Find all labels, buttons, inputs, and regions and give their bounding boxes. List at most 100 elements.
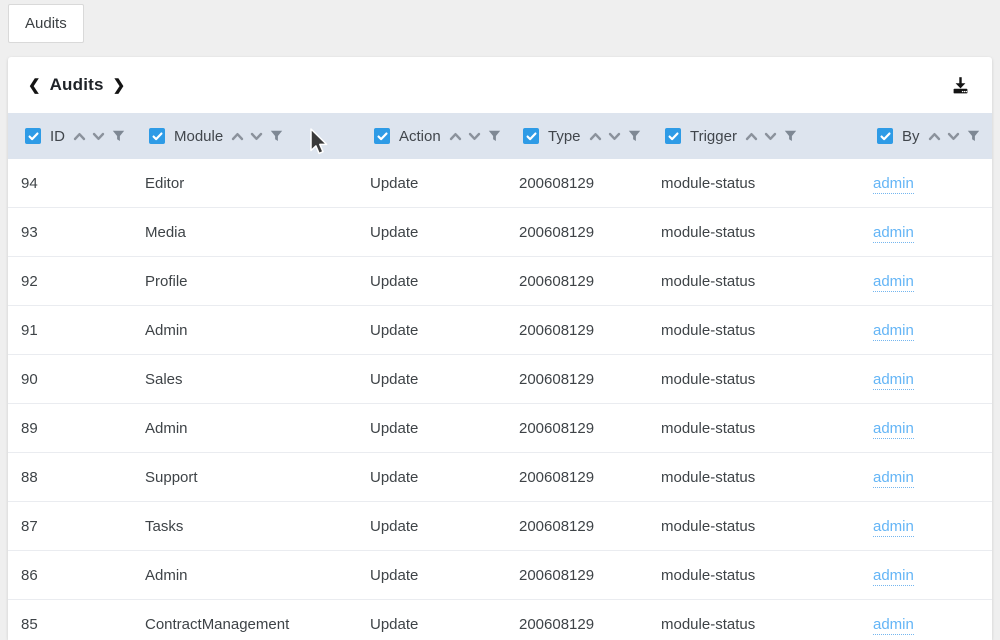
table-row: 92 Profile Update 200608129 module-statu…: [8, 257, 992, 306]
column-checkbox-checked-icon[interactable]: [877, 128, 893, 144]
cell-by: admin: [860, 551, 992, 600]
cell-by: admin: [860, 159, 992, 208]
sort-asc-icon[interactable]: [449, 132, 462, 141]
cell-module: Admin: [132, 551, 357, 600]
filter-icon[interactable]: [112, 130, 125, 142]
sort-asc-icon[interactable]: [589, 132, 602, 141]
cell-type: 200608129: [506, 551, 648, 600]
cell-id: 88: [8, 453, 132, 502]
cell-id: 89: [8, 404, 132, 453]
sort-asc-icon[interactable]: [231, 132, 244, 141]
cell-by: admin: [860, 404, 992, 453]
table-row: 89 Admin Update 200608129 module-status …: [8, 404, 992, 453]
cell-type: 200608129: [506, 404, 648, 453]
sort-desc-icon[interactable]: [764, 132, 777, 141]
by-link[interactable]: admin: [873, 273, 914, 292]
by-link[interactable]: admin: [873, 567, 914, 586]
cell-action: Update: [357, 502, 506, 551]
sort-desc-icon[interactable]: [92, 132, 105, 141]
column-checkbox-checked-icon[interactable]: [523, 128, 539, 144]
column-label: Module: [174, 128, 223, 145]
table-row: 91 Admin Update 200608129 module-status …: [8, 306, 992, 355]
cell-action: Update: [357, 551, 506, 600]
cell-trigger: module-status: [648, 355, 860, 404]
column-header-trigger: Trigger: [648, 113, 860, 159]
filter-icon[interactable]: [628, 130, 641, 142]
column-header-module: Module: [132, 113, 357, 159]
cell-module: Media: [132, 208, 357, 257]
cell-action: Update: [357, 208, 506, 257]
cell-id: 87: [8, 502, 132, 551]
cell-id: 94: [8, 159, 132, 208]
by-link[interactable]: admin: [873, 322, 914, 341]
cell-type: 200608129: [506, 159, 648, 208]
sort-asc-icon[interactable]: [745, 132, 758, 141]
sort-desc-icon[interactable]: [250, 132, 263, 141]
column-checkbox-checked-icon[interactable]: [374, 128, 390, 144]
cell-action: Update: [357, 306, 506, 355]
cell-module: Sales: [132, 355, 357, 404]
table-row: 88 Support Update 200608129 module-statu…: [8, 453, 992, 502]
audits-table: ID Module Action: [8, 113, 992, 640]
column-header-by: By: [860, 113, 992, 159]
column-header-type: Type: [506, 113, 648, 159]
cell-trigger: module-status: [648, 551, 860, 600]
cell-trigger: module-status: [648, 404, 860, 453]
chevron-right-icon[interactable]: ❯: [113, 78, 126, 93]
by-link[interactable]: admin: [873, 518, 914, 537]
cell-type: 200608129: [506, 502, 648, 551]
by-link[interactable]: admin: [873, 616, 914, 635]
cell-module: Admin: [132, 306, 357, 355]
table-row: 90 Sales Update 200608129 module-status …: [8, 355, 992, 404]
audits-card: ❮ Audits ❯ ID: [8, 57, 992, 640]
table-row: 85 ContractManagement Update 200608129 m…: [8, 600, 992, 640]
cell-trigger: module-status: [648, 306, 860, 355]
cell-module: Tasks: [132, 502, 357, 551]
cell-trigger: module-status: [648, 159, 860, 208]
column-checkbox-checked-icon[interactable]: [25, 128, 41, 144]
filter-icon[interactable]: [270, 130, 283, 142]
cell-id: 85: [8, 600, 132, 640]
column-label: Trigger: [690, 128, 737, 145]
by-link[interactable]: admin: [873, 469, 914, 488]
column-checkbox-checked-icon[interactable]: [665, 128, 681, 144]
filter-icon[interactable]: [967, 130, 980, 142]
cell-module: Admin: [132, 404, 357, 453]
cell-by: admin: [860, 306, 992, 355]
table-row: 94 Editor Update 200608129 module-status…: [8, 159, 992, 208]
cell-trigger: module-status: [648, 453, 860, 502]
table-row: 87 Tasks Update 200608129 module-status …: [8, 502, 992, 551]
by-link[interactable]: admin: [873, 371, 914, 390]
cell-module: Profile: [132, 257, 357, 306]
by-link[interactable]: admin: [873, 224, 914, 243]
filter-icon[interactable]: [784, 130, 797, 142]
sort-asc-icon[interactable]: [73, 132, 86, 141]
cell-action: Update: [357, 600, 506, 640]
table-body: 94 Editor Update 200608129 module-status…: [8, 159, 992, 640]
sort-desc-icon[interactable]: [608, 132, 621, 141]
cell-module: ContractManagement: [132, 600, 357, 640]
cell-type: 200608129: [506, 257, 648, 306]
filter-icon[interactable]: [488, 130, 501, 142]
sort-asc-icon[interactable]: [928, 132, 941, 141]
cell-type: 200608129: [506, 306, 648, 355]
column-label: ID: [50, 128, 65, 145]
sort-desc-icon[interactable]: [947, 132, 960, 141]
column-label: Action: [399, 128, 441, 145]
cell-trigger: module-status: [648, 600, 860, 640]
sort-desc-icon[interactable]: [468, 132, 481, 141]
column-checkbox-checked-icon[interactable]: [149, 128, 165, 144]
cell-trigger: module-status: [648, 208, 860, 257]
column-header-id: ID: [8, 113, 132, 159]
by-link[interactable]: admin: [873, 175, 914, 194]
download-icon[interactable]: [949, 74, 972, 97]
by-link[interactable]: admin: [873, 420, 914, 439]
tab-audits[interactable]: Audits: [8, 4, 84, 43]
cell-by: admin: [860, 208, 992, 257]
table-row: 86 Admin Update 200608129 module-status …: [8, 551, 992, 600]
cell-action: Update: [357, 404, 506, 453]
column-header-action: Action: [357, 113, 506, 159]
cell-by: admin: [860, 355, 992, 404]
chevron-left-icon[interactable]: ❮: [28, 78, 41, 93]
cell-id: 86: [8, 551, 132, 600]
